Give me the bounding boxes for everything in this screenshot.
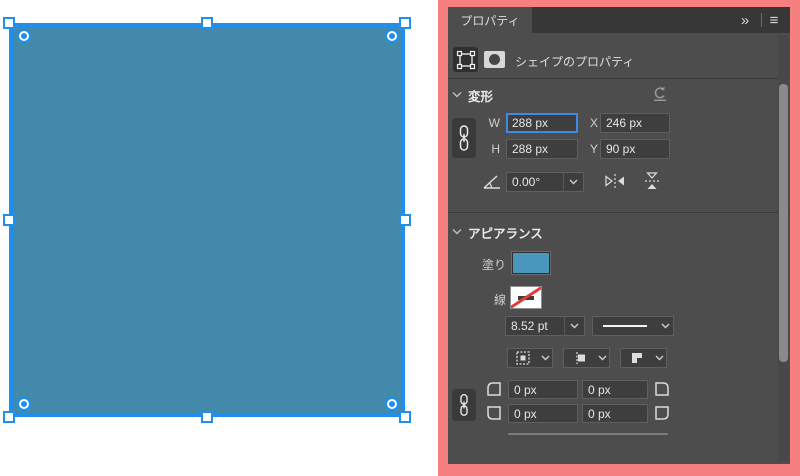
panel-menu-button[interactable]: ≡ (764, 8, 784, 32)
chevron-down-icon (661, 323, 669, 329)
stroke-cap-dropdown[interactable] (563, 348, 610, 368)
rotation-angle-icon (483, 175, 500, 189)
chevron-down-icon (569, 179, 578, 185)
corner-radius-dot (21, 33, 27, 39)
transform-handle-bottom-left[interactable] (3, 411, 15, 423)
width-label: W (488, 116, 500, 130)
double-arrow-icon: » (740, 11, 750, 29)
y-position-label: Y (589, 142, 598, 156)
appearance-collapse-chevron-icon[interactable] (452, 228, 462, 235)
transform-handle-top-right[interactable] (399, 17, 411, 29)
document-canvas[interactable] (0, 0, 438, 476)
stroke-align-dropdown[interactable] (507, 348, 553, 368)
corner-radius-target-top-left[interactable] (17, 29, 31, 43)
corner-bottom-left-icon (487, 406, 501, 420)
corner-radius-dot (389, 33, 395, 39)
chevron-down-icon (541, 355, 549, 361)
tab-properties[interactable]: プロパティ (448, 7, 532, 33)
chevron-down-icon (598, 355, 606, 361)
rotation-value: 0.00° (512, 175, 541, 189)
app-root: プロパティ » ≡ シェイプのプロパティ 変形 W 288 px X 246 p… (0, 0, 800, 476)
corner-top-right-input[interactable] (582, 380, 648, 399)
corner-bottom-right-icon (655, 406, 669, 420)
scrollbar-thumb[interactable] (779, 84, 788, 362)
corner-radius-dot (389, 401, 395, 407)
transform-handle-top-left[interactable] (3, 17, 15, 29)
stroke-cap-icon (575, 352, 585, 364)
transform-handle-top-center[interactable] (201, 17, 213, 29)
stroke-width-dropdown[interactable]: 8.52 pt (505, 316, 585, 336)
transform-handle-middle-right[interactable] (399, 214, 411, 226)
reset-icon (654, 86, 666, 101)
tabstrip-divider (761, 13, 762, 27)
x-position-label: X (589, 116, 598, 130)
transform-handle-bottom-right[interactable] (399, 411, 411, 423)
rotation-dropdown[interactable]: 0.00° (506, 172, 584, 192)
stroke-style-solid-line-icon (593, 325, 657, 327)
corner-radius-target-top-right[interactable] (385, 29, 399, 43)
corner-radius-dot (21, 401, 27, 407)
no-color-slash-icon (511, 287, 541, 308)
shape-properties-button[interactable] (453, 47, 478, 72)
flip-vertical-icon (645, 172, 659, 189)
flip-vertical-button[interactable] (644, 171, 660, 191)
corner-top-left-input[interactable] (508, 380, 578, 399)
corner-bottom-left-input[interactable] (508, 404, 578, 423)
section-divider (448, 78, 790, 79)
transform-section-title: 変形 (468, 90, 494, 104)
flip-horizontal-button[interactable] (604, 173, 626, 191)
flip-horizontal-icon (605, 174, 624, 188)
height-label: H (491, 142, 500, 156)
chain-link-icon (460, 394, 468, 416)
x-position-input[interactable] (600, 113, 670, 133)
stroke-style-dropdown[interactable] (592, 316, 674, 336)
section-drag-divider (508, 433, 668, 435)
stroke-width-value: 8.52 pt (511, 319, 548, 333)
stroke-corner-icon (631, 353, 642, 363)
y-position-input[interactable] (600, 139, 670, 159)
chain-link-icon (459, 125, 469, 151)
mask-icon (484, 51, 505, 68)
link-corner-radii-button[interactable] (452, 389, 476, 421)
tab-properties-label: プロパティ (460, 13, 520, 28)
corner-top-right-icon (655, 382, 669, 396)
collapse-panel-button[interactable]: » (734, 8, 756, 32)
chevron-down-icon (570, 323, 579, 329)
mask-properties-button[interactable] (482, 47, 507, 72)
properties-panel: プロパティ » ≡ シェイプのプロパティ 変形 W 288 px X 246 p… (448, 7, 790, 464)
corner-radius-target-bottom-right[interactable] (385, 397, 399, 411)
section-divider (448, 212, 790, 213)
panel-tab-strip: プロパティ » ≡ (448, 7, 790, 33)
transform-handle-bottom-center[interactable] (201, 411, 213, 423)
height-input[interactable] (506, 139, 578, 159)
panel-scrollbar[interactable] (778, 35, 789, 462)
fill-color-swatch[interactable] (511, 251, 551, 275)
link-dimensions-button[interactable] (452, 118, 476, 158)
bounding-box-icon (456, 50, 475, 69)
hamburger-menu-icon: ≡ (769, 11, 779, 29)
width-input[interactable] (506, 113, 578, 133)
corner-top-left-icon (487, 382, 501, 396)
fill-label: 塗り (481, 258, 506, 272)
stroke-corner-dropdown[interactable] (620, 348, 667, 368)
transform-handle-middle-left[interactable] (3, 214, 15, 226)
corner-radius-target-bottom-left[interactable] (17, 397, 31, 411)
transform-collapse-chevron-icon[interactable] (452, 91, 462, 98)
reset-transform-button[interactable] (651, 85, 669, 103)
stroke-label: 線 (493, 293, 506, 307)
stroke-align-icon (516, 351, 530, 365)
appearance-section-title: アピアランス (468, 227, 543, 241)
stroke-color-swatch[interactable] (510, 286, 542, 309)
selected-shape-rectangle[interactable] (9, 23, 405, 417)
shape-properties-title: シェイプのプロパティ (515, 55, 635, 69)
chevron-down-icon (655, 355, 663, 361)
corner-bottom-right-input[interactable] (582, 404, 648, 423)
